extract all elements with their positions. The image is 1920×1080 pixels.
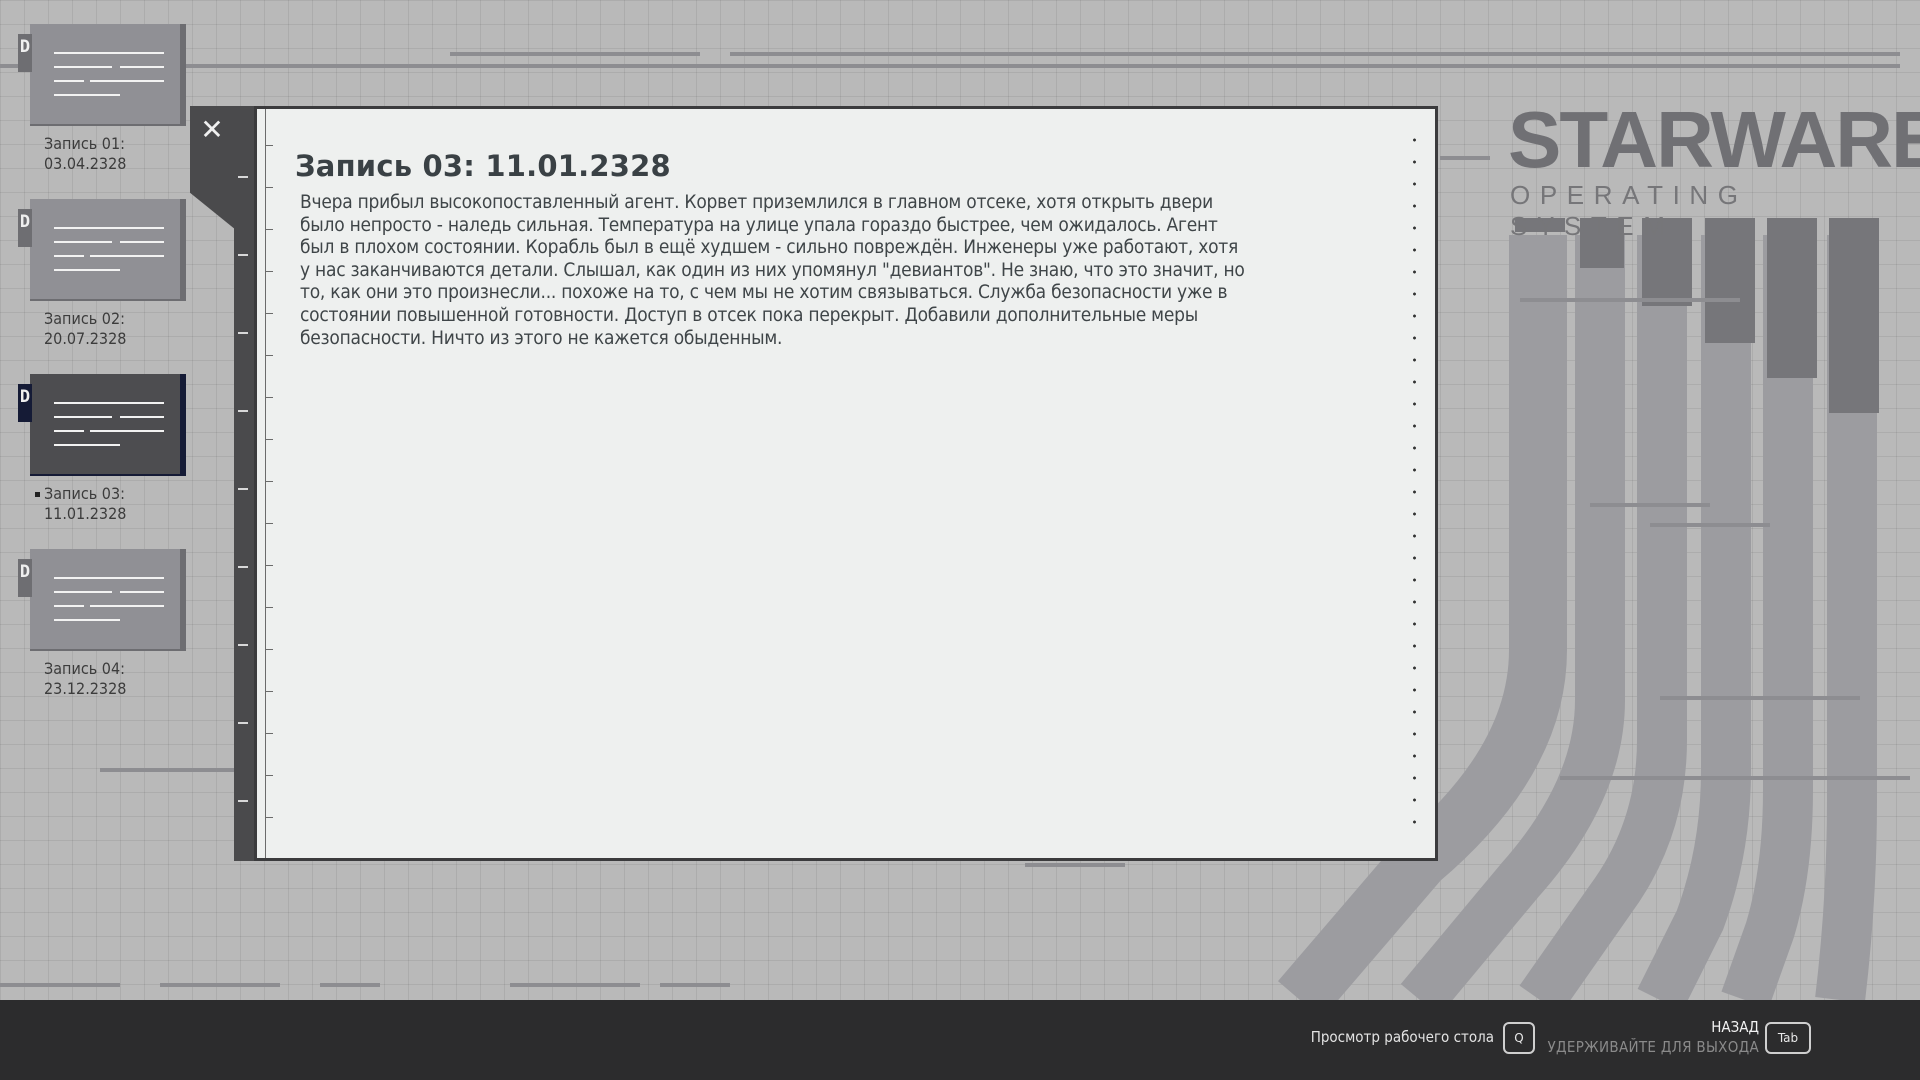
- document-ruler: [265, 109, 273, 858]
- entry-label: Запись 02: 20.07.2328: [44, 309, 127, 348]
- entry-thumbnail: [30, 549, 186, 651]
- desktop-view-key-button[interactable]: Q: [1503, 1022, 1535, 1054]
- document-scroll-dots[interactable]: [1413, 129, 1416, 841]
- entry-type-tab: D: [18, 34, 32, 72]
- document-side-rail: [234, 106, 254, 861]
- entry-type-tab: D: [18, 384, 32, 422]
- close-button[interactable]: ✕: [198, 116, 226, 144]
- back-label: НАЗАД: [1711, 1018, 1759, 1036]
- document-title: Запись 03: 11.01.2328: [295, 149, 671, 183]
- entry-label: Запись 03: 11.01.2328: [35, 484, 194, 524]
- desktop-view-label: Просмотр рабочего стола: [1310, 1028, 1494, 1046]
- brand-logo-subtitle: OPERATING SYSTEM: [1510, 180, 1748, 241]
- brand-logo-name: STARWARE: [1508, 95, 1920, 184]
- document-body: Вчера прибыл высокопоставленный агент. К…: [300, 191, 1245, 349]
- entry-label: Запись 04: 23.12.2328: [44, 659, 127, 698]
- entry-thumbnail: [30, 374, 186, 476]
- entry-label: Запись 01: 03.04.2328: [44, 134, 127, 173]
- entry-thumbnail: [30, 24, 186, 126]
- entry-type-tab: D: [18, 209, 32, 247]
- entry-thumbnail: [30, 199, 186, 301]
- hold-to-exit-label: УДЕРЖИВАЙТЕ ДЛЯ ВЫХОДА: [1547, 1038, 1759, 1056]
- back-key-button[interactable]: Tab: [1765, 1022, 1811, 1054]
- document-viewer: Запись 03: 11.01.2328 Вчера прибыл высок…: [254, 106, 1438, 861]
- entry-type-tab: D: [18, 559, 32, 597]
